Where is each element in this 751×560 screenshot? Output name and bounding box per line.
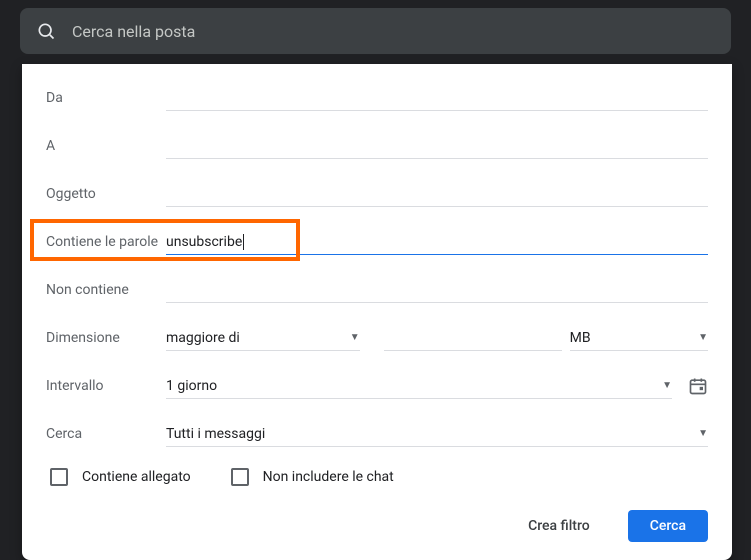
checkbox-row: Contiene allegato Non includere le chat bbox=[46, 468, 708, 486]
search-in-row: Cerca Tutti i messaggi ▼ bbox=[46, 420, 708, 448]
calendar-icon[interactable] bbox=[688, 376, 708, 396]
has-words-row: Contiene le parole unsubscribe bbox=[46, 228, 708, 256]
search-icon bbox=[36, 21, 56, 41]
has-attachment-label: Contiene allegato bbox=[82, 469, 191, 485]
to-row: A bbox=[46, 132, 708, 160]
advanced-search-panel: Da A Oggetto Contiene le parole unsubscr… bbox=[22, 64, 732, 560]
size-label: Dimensione bbox=[46, 330, 166, 346]
not-has-label: Non contiene bbox=[46, 282, 166, 298]
not-has-row: Non contiene bbox=[46, 276, 708, 304]
size-operator-select[interactable]: maggiore di ▼ bbox=[166, 326, 360, 351]
subject-row: Oggetto bbox=[46, 180, 708, 208]
to-label: A bbox=[46, 138, 166, 154]
interval-select[interactable]: 1 giorno ▼ bbox=[166, 374, 672, 399]
size-operator-value: maggiore di bbox=[166, 330, 240, 346]
search-in-label: Cerca bbox=[46, 426, 166, 442]
checkbox-icon bbox=[231, 468, 249, 486]
interval-row: Intervallo 1 giorno ▼ bbox=[46, 372, 708, 400]
chevron-down-icon: ▼ bbox=[350, 332, 360, 343]
chevron-down-icon: ▼ bbox=[698, 428, 708, 439]
size-row: Dimensione maggiore di ▼ MB ▼ bbox=[46, 324, 708, 352]
has-attachment-checkbox[interactable]: Contiene allegato bbox=[50, 468, 191, 486]
has-words-label: Contiene le parole bbox=[46, 234, 166, 250]
interval-label: Intervallo bbox=[46, 378, 166, 394]
search-in-select[interactable]: Tutti i messaggi ▼ bbox=[166, 422, 708, 447]
interval-value: 1 giorno bbox=[166, 378, 217, 394]
subject-label: Oggetto bbox=[46, 186, 166, 202]
size-unit-select[interactable]: MB ▼ bbox=[570, 326, 708, 351]
from-input[interactable] bbox=[166, 86, 708, 111]
from-label: Da bbox=[46, 90, 166, 106]
to-input[interactable] bbox=[166, 134, 708, 159]
chevron-down-icon: ▼ bbox=[662, 380, 672, 391]
create-filter-button[interactable]: Crea filtro bbox=[506, 510, 612, 542]
global-search-bar[interactable] bbox=[20, 8, 731, 54]
has-words-input[interactable]: unsubscribe bbox=[166, 230, 708, 255]
size-unit-value: MB bbox=[570, 330, 591, 346]
size-value-input[interactable] bbox=[384, 326, 562, 351]
from-row: Da bbox=[46, 84, 708, 112]
has-words-value: unsubscribe bbox=[166, 234, 242, 250]
subject-input[interactable] bbox=[166, 182, 708, 207]
chevron-down-icon: ▼ bbox=[698, 332, 708, 343]
not-has-input[interactable] bbox=[166, 278, 708, 303]
exclude-chat-label: Non includere le chat bbox=[263, 469, 394, 485]
button-row: Crea filtro Cerca bbox=[46, 510, 708, 542]
exclude-chat-checkbox[interactable]: Non includere le chat bbox=[231, 468, 394, 486]
text-cursor bbox=[243, 234, 244, 250]
global-search-input[interactable] bbox=[72, 22, 715, 41]
search-in-value: Tutti i messaggi bbox=[166, 426, 265, 442]
checkbox-icon bbox=[50, 468, 68, 486]
search-button[interactable]: Cerca bbox=[628, 510, 708, 542]
